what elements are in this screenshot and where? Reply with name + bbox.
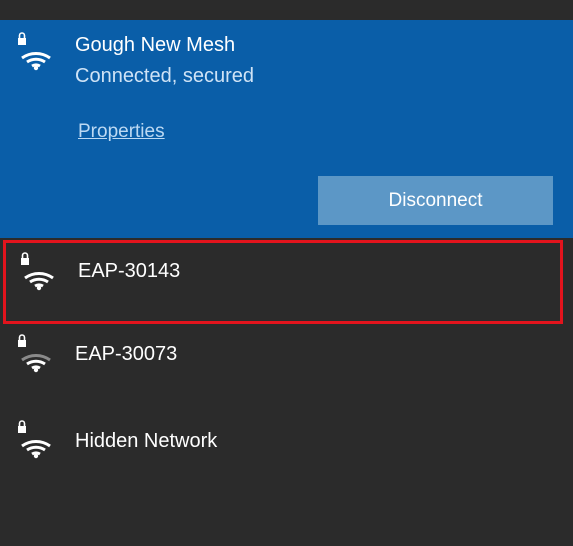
network-item-eap-30073[interactable]: EAP-30073 (0, 326, 573, 412)
network-item-hidden-network[interactable]: Hidden Network (0, 412, 573, 498)
network-item-eap-30143[interactable]: EAP-30143 (3, 240, 563, 324)
network-ssid: EAP-30073 (75, 343, 178, 365)
secured-wifi-icon (16, 420, 56, 460)
secured-wifi-icon (16, 32, 56, 72)
connected-ssid: Gough New Mesh (75, 34, 236, 56)
network-ssid: EAP-30143 (78, 260, 181, 282)
network-flyout: Gough New Mesh Connected, secured Proper… (0, 0, 573, 546)
connected-network-panel[interactable]: Gough New Mesh Connected, secured Proper… (0, 20, 573, 238)
network-ssid: Hidden Network (75, 430, 218, 452)
disconnect-button[interactable]: Disconnect (318, 176, 553, 225)
connection-status: Connected, secured (75, 65, 255, 87)
properties-link[interactable]: Properties (78, 121, 165, 143)
secured-wifi-icon (16, 334, 56, 374)
secured-wifi-icon (19, 252, 59, 292)
top-strip (0, 0, 573, 20)
